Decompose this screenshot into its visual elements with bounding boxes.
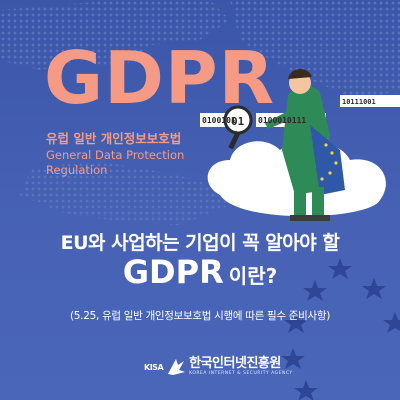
- headline-line-2: GDPR 이란?: [0, 253, 400, 291]
- illustration-man-with-magnifier: 0100101 01 0100010111 10111001: [190, 55, 400, 230]
- headline-gdpr: GDPR: [122, 253, 224, 291]
- kisa-logo: KISA 한국인터넷진흥원 KOREA INTERNET & SECURITY …: [144, 352, 304, 382]
- kisa-logo-icon: [168, 359, 186, 375]
- binary-center-text: 01: [231, 115, 245, 128]
- binary-top-text: 10111001: [342, 98, 376, 106]
- kisa-mark-text: KISA: [144, 362, 164, 372]
- binary-right-text: 0100010111: [258, 116, 306, 125]
- hero-subtitle-korean: 유럽 일반 개인정보보호법: [46, 131, 182, 146]
- footnote: (5.25, 유럽 일반 개인정보보호법 시행에 따른 필수 준비사항): [70, 310, 330, 322]
- headline-line-1: EU와 사업하는 기업이 꼭 알아야 할: [60, 232, 340, 254]
- headline-question: 이란?: [228, 264, 278, 288]
- kisa-tagline: KOREA INTERNET & SECURITY AGENCY: [189, 371, 293, 376]
- gdpr-poster-card: GDPR 유럽 일반 개인정보보호법 General Data Protecti…: [0, 0, 400, 400]
- kisa-name: 한국인터넷진흥원: [189, 356, 281, 371]
